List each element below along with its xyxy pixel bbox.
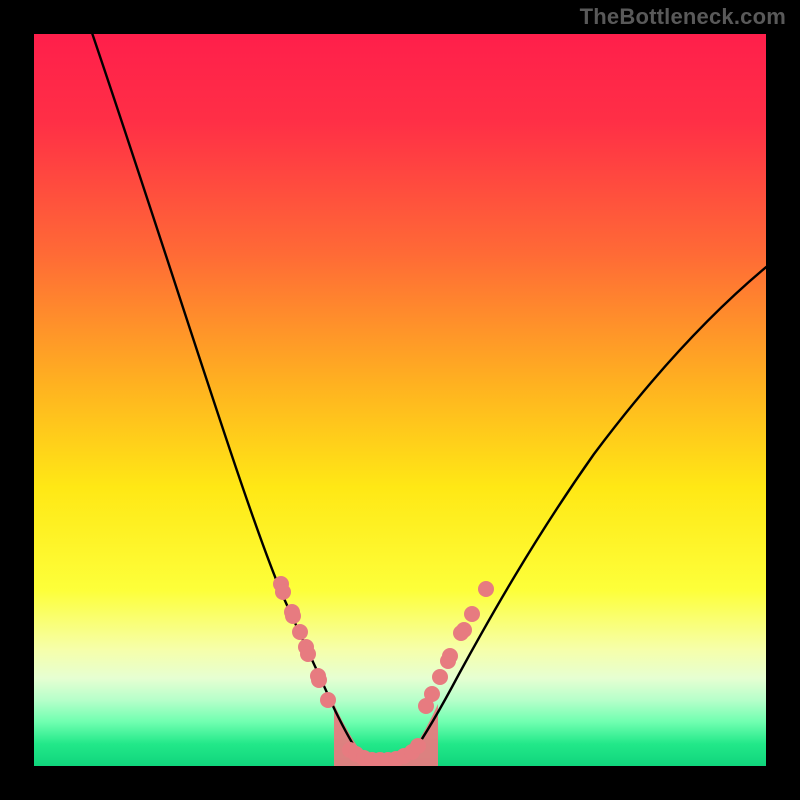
data-dot — [320, 692, 336, 708]
data-dot — [478, 581, 494, 597]
data-dot — [410, 738, 426, 754]
data-dot — [440, 653, 456, 669]
data-dot — [300, 646, 316, 662]
data-dot — [453, 625, 469, 641]
data-dot — [464, 606, 480, 622]
left-arm-curve — [89, 34, 366, 762]
data-dot — [418, 698, 434, 714]
right-arm-curve — [404, 259, 766, 762]
data-dot — [285, 608, 301, 624]
watermark-text: TheBottleneck.com — [580, 4, 786, 30]
plot-area — [34, 34, 766, 766]
right-arm-dots — [418, 581, 494, 714]
chart-frame: TheBottleneck.com — [0, 0, 800, 800]
left-arm-dots — [273, 576, 336, 708]
data-dot — [311, 672, 327, 688]
data-dot — [292, 624, 308, 640]
curve-svg — [34, 34, 766, 766]
data-dot — [275, 584, 291, 600]
data-dot — [432, 669, 448, 685]
